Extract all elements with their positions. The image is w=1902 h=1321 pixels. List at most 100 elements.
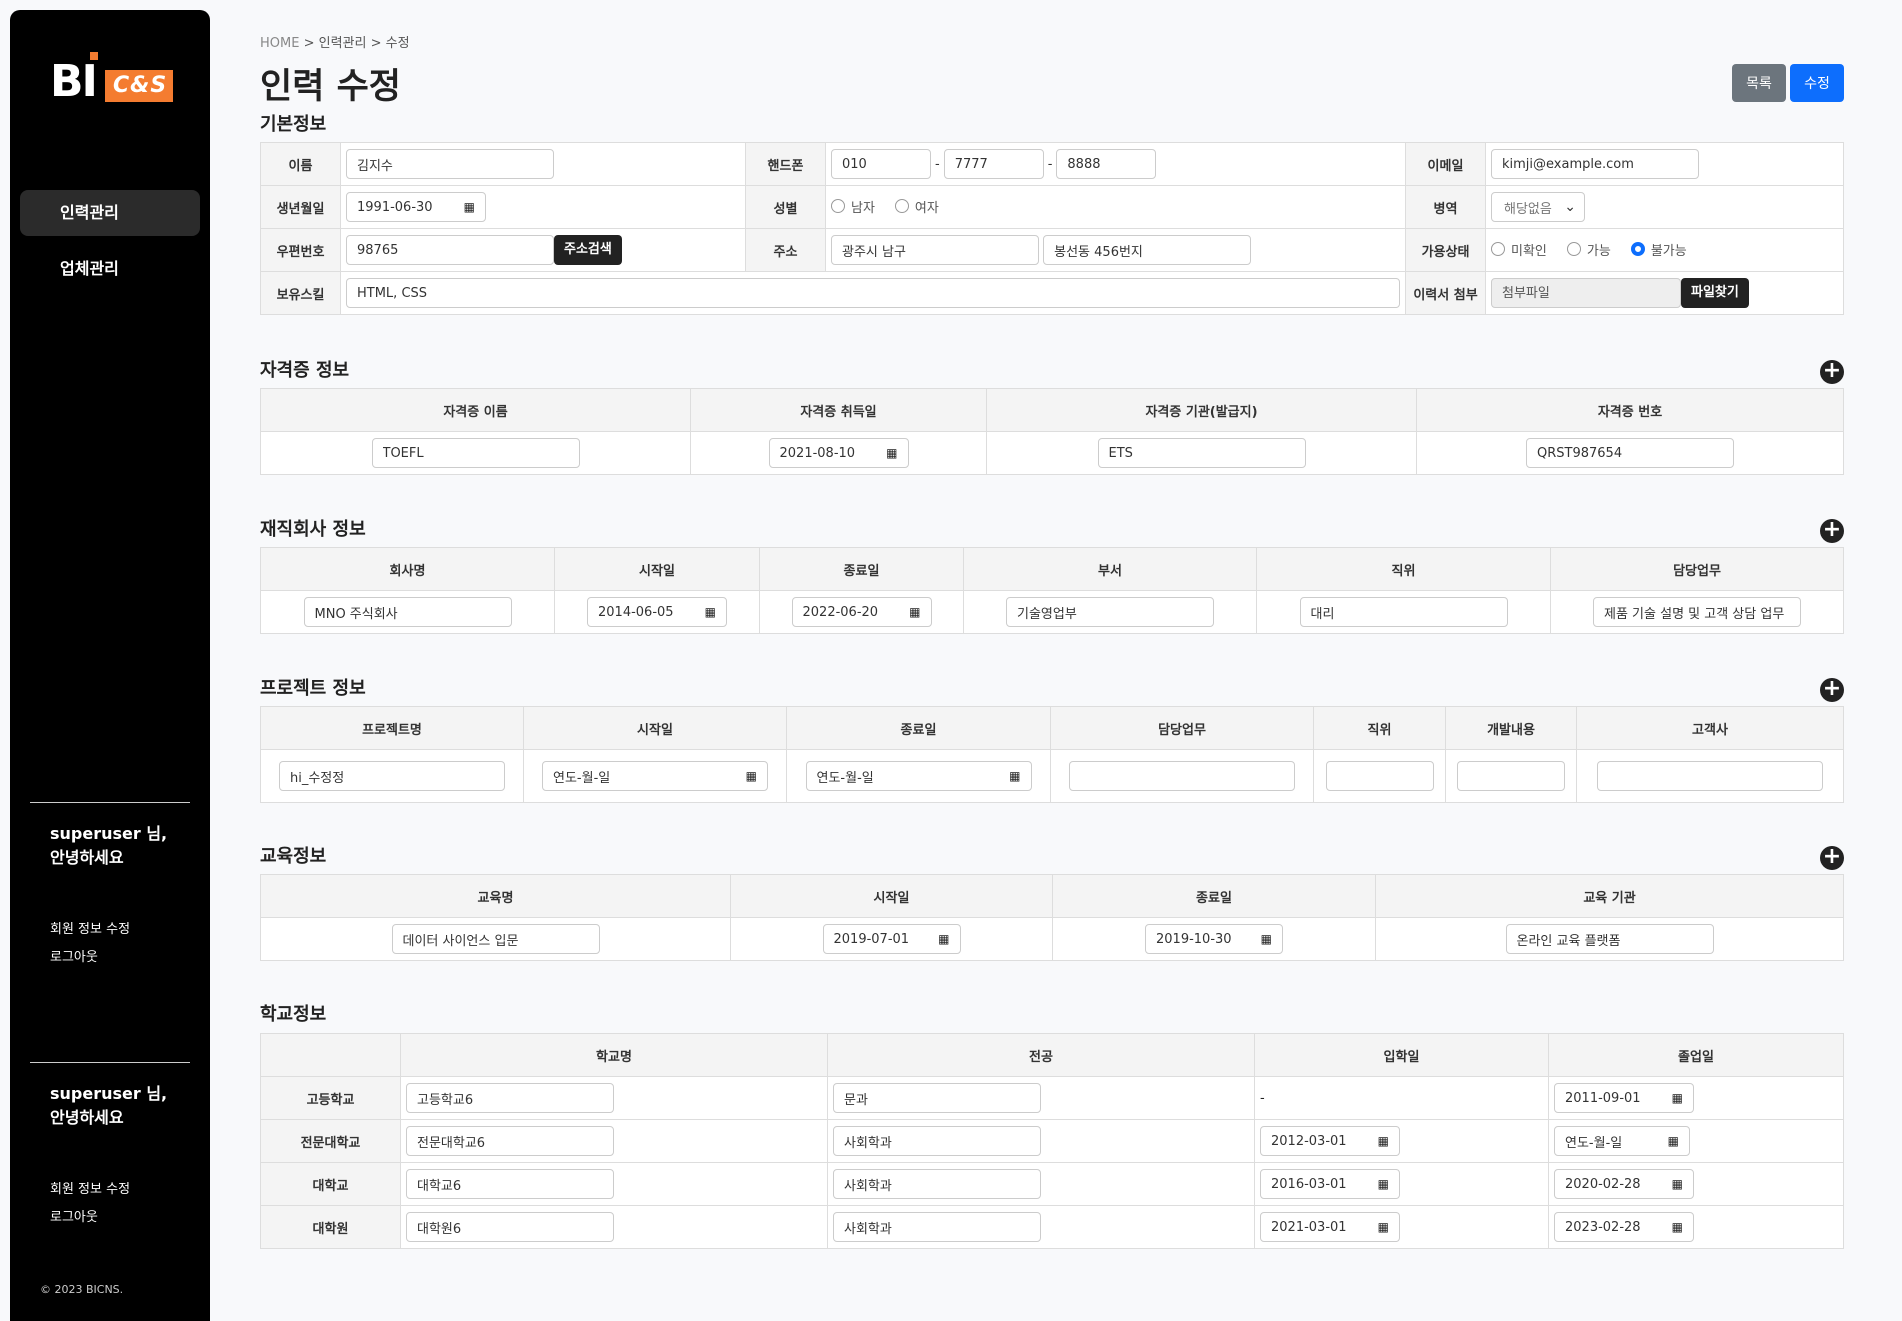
radio-icon[interactable] — [831, 199, 845, 214]
company-position-input[interactable] — [1299, 597, 1508, 627]
add-company-icon[interactable]: + — [1820, 519, 1844, 543]
breadcrumb: HOME > 인력관리 > 수정 — [260, 32, 410, 51]
avail-no-radio[interactable]: 불가능 — [1630, 240, 1687, 259]
calendar-icon[interactable]: ▦ — [1672, 1091, 1683, 1105]
company-task-input[interactable] — [1593, 597, 1801, 627]
resume-file-input[interactable] — [1491, 278, 1681, 308]
calendar-icon[interactable]: ▦ — [1009, 769, 1020, 783]
school-enter-date-input[interactable]: 2012-03-01 ▦ — [1260, 1126, 1400, 1156]
file-browse-button[interactable]: 파일찾기 — [1681, 278, 1749, 308]
school-name-input[interactable] — [406, 1169, 614, 1199]
phone-input-1[interactable] — [831, 149, 931, 179]
school-name-input[interactable] — [406, 1126, 614, 1156]
military-select[interactable]: 해당없음 ⌄ — [1491, 192, 1585, 222]
address-input-2[interactable] — [1043, 235, 1252, 265]
company-name-input[interactable] — [303, 597, 512, 627]
school-enter-date-input[interactable]: 2021-03-01 ▦ — [1260, 1212, 1400, 1242]
school-name-input[interactable] — [406, 1083, 614, 1113]
calendar-icon[interactable]: ▦ — [746, 769, 757, 783]
skill-input[interactable] — [346, 278, 1400, 308]
calendar-icon[interactable]: ▦ — [1668, 1134, 1679, 1148]
edit-profile-link[interactable]: 회원 정보 수정 — [50, 1178, 130, 1197]
project-position-input[interactable] — [1325, 761, 1434, 791]
phone-input-3[interactable] — [1056, 149, 1157, 179]
edu-name-input[interactable] — [391, 924, 600, 954]
edit-button[interactable]: 수정 — [1790, 64, 1844, 102]
edu-end-date-input[interactable]: 2019-10-30 ▦ — [1145, 924, 1283, 954]
calendar-icon[interactable]: ▦ — [705, 605, 716, 619]
phone-dash: - — [1047, 156, 1053, 172]
gender-female-radio[interactable]: 여자 — [894, 197, 939, 216]
avail-unknown-radio[interactable]: 미확인 — [1491, 240, 1547, 259]
calendar-icon[interactable]: ▦ — [1378, 1220, 1389, 1234]
calendar-icon[interactable]: ▦ — [909, 605, 920, 619]
zip-input[interactable] — [346, 235, 554, 265]
project-start-date-input[interactable]: 연도-월-일 ▦ — [542, 761, 768, 791]
calendar-icon[interactable]: ▦ — [1378, 1177, 1389, 1191]
skill-label: 보유스킬 — [260, 271, 341, 315]
nav-item-company[interactable]: 업체관리 — [20, 246, 200, 292]
school-major-input[interactable] — [833, 1169, 1041, 1199]
school-major-input[interactable] — [833, 1212, 1041, 1242]
company-header-position: 직위 — [1256, 547, 1551, 591]
calendar-icon[interactable]: ▦ — [1672, 1177, 1683, 1191]
radio-icon[interactable] — [894, 199, 909, 214]
breadcrumb-level1[interactable]: 인력관리 — [319, 36, 367, 51]
company-dept-input[interactable] — [1006, 597, 1214, 627]
radio-checked-icon[interactable] — [1630, 242, 1645, 257]
project-name-input[interactable] — [279, 761, 505, 791]
school-major-input[interactable] — [833, 1126, 1041, 1156]
calendar-icon[interactable]: ▦ — [1672, 1220, 1683, 1234]
phone-input-2[interactable] — [943, 149, 1044, 179]
school-major-input[interactable] — [833, 1083, 1041, 1113]
calendar-icon[interactable]: ▦ — [1378, 1134, 1389, 1148]
project-client-input[interactable] — [1597, 761, 1823, 791]
school-grad-date-input[interactable]: 2011-09-01 ▦ — [1554, 1083, 1694, 1113]
cert-date-input[interactable]: 2021-08-10 ▦ — [768, 438, 909, 468]
address-input-1[interactable] — [831, 235, 1039, 265]
school-name-input[interactable] — [406, 1212, 614, 1242]
sidebar-divider — [30, 1062, 190, 1063]
table-row: 연도-월-일 ▦ 연도-월-일 ▦ — [260, 749, 1844, 803]
avail-yes-radio[interactable]: 가능 — [1566, 240, 1611, 259]
school-grad-date-input[interactable]: 연도-월-일 ▦ — [1554, 1126, 1690, 1156]
project-task-input[interactable] — [1069, 761, 1295, 791]
cert-number-input[interactable] — [1526, 438, 1734, 468]
school-header-empty — [260, 1033, 401, 1077]
edit-profile-link[interactable]: 회원 정보 수정 — [50, 918, 130, 937]
project-end-date-input[interactable]: 연도-월-일 ▦ — [805, 761, 1032, 791]
calendar-icon[interactable]: ▦ — [464, 200, 475, 214]
calendar-icon[interactable]: ▦ — [886, 446, 897, 460]
company-end-date-input[interactable]: 2022-06-20 ▦ — [791, 597, 932, 627]
list-button[interactable]: 목록 — [1732, 64, 1786, 102]
school-enter-date-input[interactable]: 2016-03-01 ▦ — [1260, 1169, 1400, 1199]
logout-link[interactable]: 로그아웃 — [50, 1206, 98, 1225]
address-search-button[interactable]: 주소검색 — [554, 235, 622, 265]
radio-icon[interactable] — [1566, 242, 1581, 257]
add-edu-icon[interactable]: + — [1820, 846, 1844, 870]
calendar-icon[interactable]: ▦ — [938, 932, 949, 946]
birth-date-input[interactable]: 1991-06-30 ▦ — [346, 192, 486, 222]
edu-org-input[interactable] — [1505, 924, 1714, 954]
cert-org-input[interactable] — [1097, 438, 1306, 468]
calendar-icon[interactable]: ▦ — [1261, 932, 1272, 946]
school-grad-date-input[interactable]: 2023-02-28 ▦ — [1554, 1212, 1694, 1242]
edu-start-date-input[interactable]: 2019-07-01 ▦ — [822, 924, 961, 954]
logout-link[interactable]: 로그아웃 — [50, 946, 98, 965]
section-title-basic: 기본정보 — [260, 114, 327, 135]
edu-header-name: 교육명 — [260, 874, 731, 918]
name-input[interactable] — [346, 149, 554, 179]
school-grad-date-input[interactable]: 2020-02-28 ▦ — [1554, 1169, 1694, 1199]
cert-name-input[interactable] — [371, 438, 580, 468]
add-project-icon[interactable]: + — [1820, 678, 1844, 702]
company-start-date-input[interactable]: 2014-06-05 ▦ — [587, 597, 727, 627]
radio-icon[interactable] — [1491, 242, 1505, 257]
project-dev-input[interactable] — [1457, 761, 1565, 791]
resume-label: 이력서 첨부 — [1405, 271, 1486, 315]
add-cert-icon[interactable]: + — [1820, 360, 1844, 384]
breadcrumb-home[interactable]: HOME — [260, 36, 299, 51]
gender-male-radio[interactable]: 남자 — [831, 197, 875, 216]
email-input[interactable] — [1491, 149, 1699, 179]
nav-item-hr[interactable]: 인력관리 — [20, 190, 200, 236]
project-table: 프로젝트명 시작일 종료일 담당업무 직위 개발내용 고객사 연도-월-일 ▦ 연… — [260, 706, 1844, 803]
